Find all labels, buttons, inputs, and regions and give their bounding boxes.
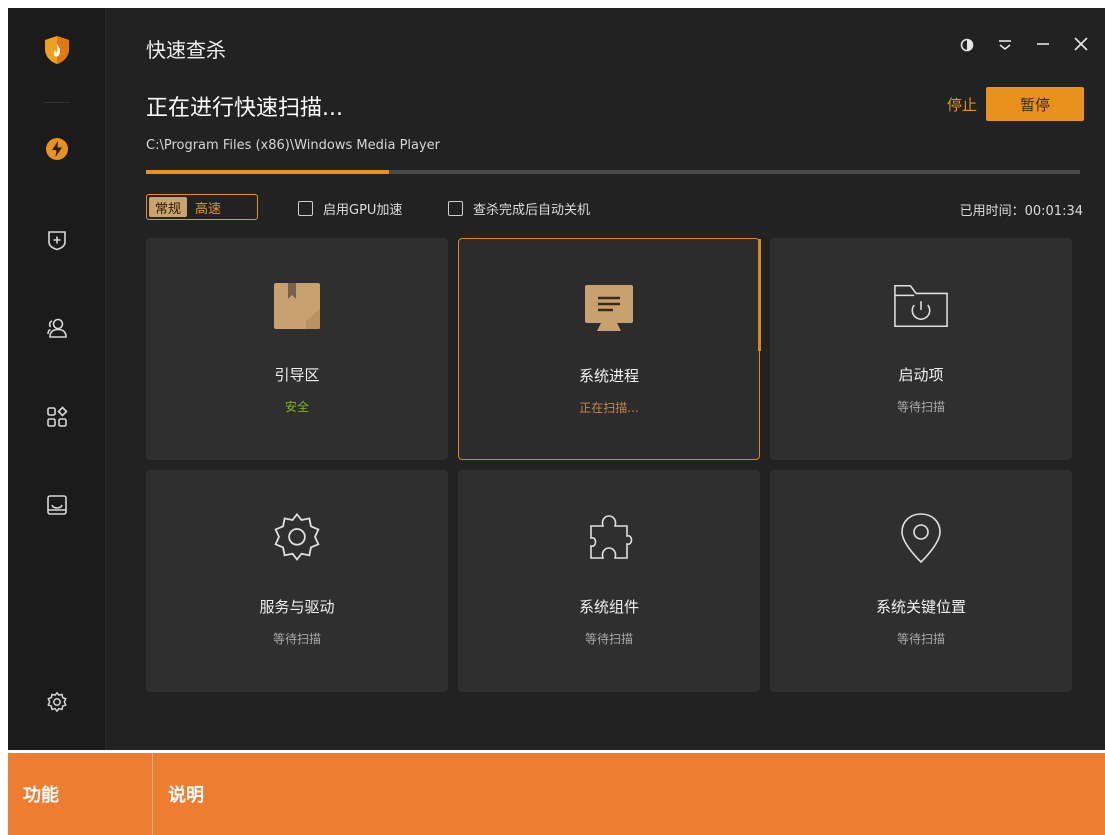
checkbox-box xyxy=(448,201,463,216)
scan-heading: 正在进行快速扫描... xyxy=(146,96,343,121)
card-title: 启动项 xyxy=(898,366,944,384)
scan-card-services-drivers[interactable]: 服务与驱动 等待扫描 xyxy=(146,470,448,692)
sidebar-item-users[interactable] xyxy=(37,310,77,350)
pause-button[interactable]: 暂停 xyxy=(986,87,1084,121)
main-panel: 快速查杀 正在进行快速扫描... 停止 暂停 C:\Program Files … xyxy=(106,8,1105,750)
page-title: 快速查杀 xyxy=(146,38,226,62)
auto-shutdown-label: 查杀完成后自动关机 xyxy=(473,203,591,218)
gpu-acceleration-checkbox[interactable]: 启用GPU加速 xyxy=(298,199,402,218)
mode-fast-option[interactable]: 高速 xyxy=(189,197,227,217)
menu-down-icon xyxy=(997,37,1013,56)
card-scroll-indicator xyxy=(758,239,761,351)
scan-card-boot-sector[interactable]: 引导区 安全 xyxy=(146,238,448,460)
card-status: 正在扫描... xyxy=(579,401,639,415)
card-title: 系统组件 xyxy=(578,598,639,616)
monitor-icon xyxy=(581,279,637,335)
scan-card-startup-items[interactable]: 启动项 等待扫描 xyxy=(770,238,1072,460)
card-status: 等待扫描 xyxy=(896,400,945,414)
boot-box-icon xyxy=(269,278,325,334)
card-status: 等待扫描 xyxy=(272,632,321,646)
table-header-row: 功能 说明 xyxy=(8,753,1105,835)
stop-button[interactable]: 停止 xyxy=(947,94,977,115)
card-title: 引导区 xyxy=(274,366,320,384)
apps-icon xyxy=(46,406,68,432)
menu-button[interactable] xyxy=(993,34,1017,58)
sidebar-item-protection[interactable] xyxy=(37,222,77,262)
minimize-button[interactable] xyxy=(1031,34,1055,58)
scan-card-system-components[interactable]: 系统组件 等待扫描 xyxy=(458,470,760,692)
scan-card-system-process[interactable]: 系统进程 正在扫描... xyxy=(458,238,761,460)
sidebar-item-quick-scan[interactable] xyxy=(37,131,77,171)
card-title: 服务与驱动 xyxy=(259,598,335,616)
table-header-description: 说明 xyxy=(168,785,204,806)
card-title: 系统关键位置 xyxy=(875,598,966,616)
gear-icon xyxy=(269,510,325,566)
card-status: 等待扫描 xyxy=(896,632,945,646)
table-header-function: 功能 xyxy=(8,753,153,835)
antivirus-window: 快速查杀 正在进行快速扫描... 停止 暂停 C:\Program Files … xyxy=(8,8,1105,750)
theme-toggle-button[interactable] xyxy=(955,34,979,58)
window-controls xyxy=(955,34,1093,58)
contrast-icon xyxy=(960,37,974,56)
gear-icon xyxy=(46,691,68,717)
sidebar-divider xyxy=(44,102,70,103)
sidebar-item-apps[interactable] xyxy=(37,399,77,439)
shield-flame-icon xyxy=(44,35,70,69)
current-scan-path: C:\Program Files (x86)\Windows Media Pla… xyxy=(146,138,441,153)
auto-shutdown-checkbox[interactable]: 查杀完成后自动关机 xyxy=(448,199,590,218)
sidebar-item-tray[interactable] xyxy=(37,487,77,527)
card-status: 等待扫描 xyxy=(584,632,633,646)
plus-shield-icon xyxy=(46,229,68,255)
scan-progress-bar xyxy=(146,170,1080,174)
card-status: 安全 xyxy=(284,400,309,414)
sidebar-item-settings[interactable] xyxy=(37,684,77,724)
page-root: 快速查杀 正在进行快速扫描... 停止 暂停 C:\Program Files … xyxy=(0,0,1105,835)
users-icon xyxy=(45,316,69,344)
app-logo xyxy=(37,32,77,72)
sidebar xyxy=(8,8,106,750)
location-pin-icon xyxy=(893,510,949,566)
minimize-icon xyxy=(1035,36,1051,56)
mode-normal-option[interactable]: 常规 xyxy=(149,197,188,217)
lightning-icon xyxy=(45,137,69,165)
power-folder-icon xyxy=(893,278,949,334)
gpu-acceleration-label: 启用GPU加速 xyxy=(323,203,403,218)
puzzle-icon xyxy=(581,510,637,566)
close-icon xyxy=(1073,36,1089,56)
tray-icon xyxy=(46,494,68,520)
scan-mode-toggle: 常规 高速 xyxy=(146,194,258,220)
card-title: 系统进程 xyxy=(578,367,639,385)
elapsed-time: 已用时间：00:01:34 xyxy=(959,204,1083,219)
close-button[interactable] xyxy=(1069,34,1093,58)
scan-progress-fill xyxy=(146,170,389,174)
checkbox-box xyxy=(298,201,313,216)
scan-card-key-locations[interactable]: 系统关键位置 等待扫描 xyxy=(770,470,1072,692)
